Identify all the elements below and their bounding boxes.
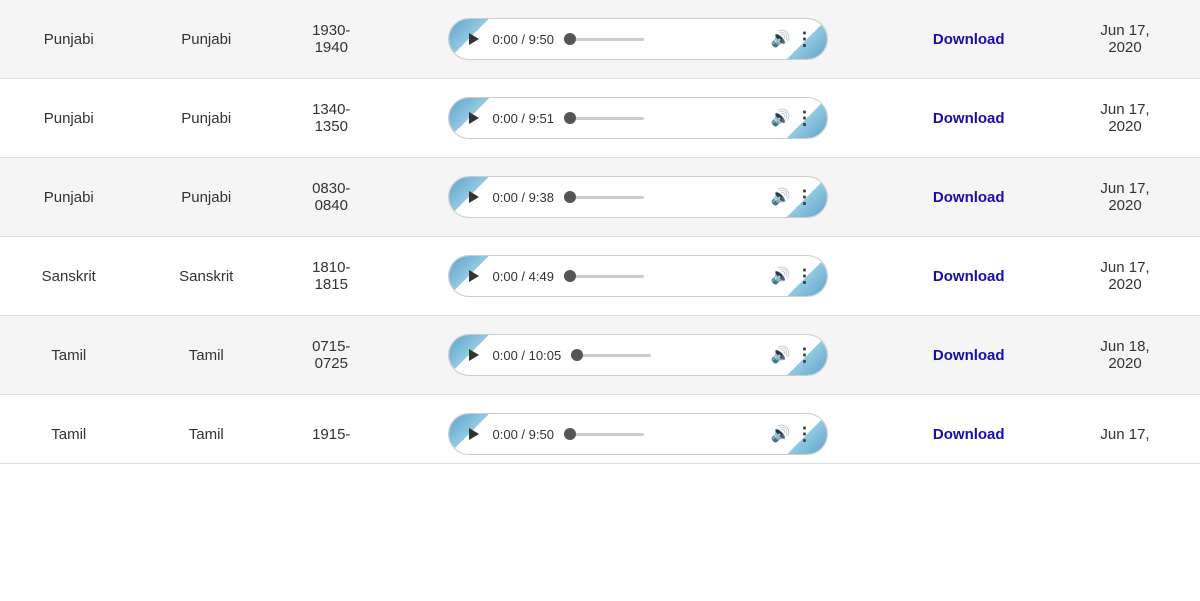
time-range-col: 1810-1815: [275, 237, 388, 316]
date-col: Jun 17,2020: [1050, 0, 1200, 79]
play-button[interactable]: [459, 341, 487, 369]
table-row: Tamil Tamil 0715-0725 0:00 / 10:05 🔊 ⋮ D…: [0, 316, 1200, 395]
progress-bar[interactable]: [564, 196, 765, 199]
play-button[interactable]: [459, 183, 487, 211]
more-button[interactable]: ⋮: [793, 422, 817, 446]
date-col: Jun 18,2020: [1050, 316, 1200, 395]
table-row: Punjabi Punjabi 1340-1350 0:00 / 9:51 🔊 …: [0, 79, 1200, 158]
download-col: Download: [888, 79, 1051, 158]
player-col: 0:00 / 9:51 🔊 ⋮: [388, 79, 888, 158]
audio-table: Punjabi Punjabi 1930-1940 0:00 / 9:50 🔊 …: [0, 0, 1200, 464]
player-col: 0:00 / 9:50 🔊 ⋮: [388, 395, 888, 464]
more-button[interactable]: ⋮: [793, 343, 817, 367]
play-button[interactable]: [459, 262, 487, 290]
language2-col: Punjabi: [138, 0, 276, 79]
more-button[interactable]: ⋮: [793, 27, 817, 51]
time-range-col: 0830-0840: [275, 158, 388, 237]
player-col: 0:00 / 4:49 🔊 ⋮: [388, 237, 888, 316]
volume-button[interactable]: 🔊: [769, 106, 793, 130]
time-range-col: 0715-0725: [275, 316, 388, 395]
download-col: Download: [888, 237, 1051, 316]
more-button[interactable]: ⋮: [793, 264, 817, 288]
download-link[interactable]: Download: [933, 347, 1005, 364]
time-display: 0:00 / 4:49: [493, 269, 554, 284]
progress-thumb: [564, 191, 576, 203]
language2-col: Sanskrit: [138, 237, 276, 316]
language-col: Punjabi: [0, 0, 138, 79]
more-button[interactable]: ⋮: [793, 185, 817, 209]
language-col: Sanskrit: [0, 237, 138, 316]
progress-track: [564, 117, 644, 120]
volume-button[interactable]: 🔊: [769, 422, 793, 446]
player-col: 0:00 / 9:50 🔊 ⋮: [388, 0, 888, 79]
date-col: Jun 17,: [1050, 395, 1200, 464]
download-link[interactable]: Download: [933, 426, 1005, 443]
progress-bar[interactable]: [564, 275, 765, 278]
progress-bar[interactable]: [564, 117, 765, 120]
time-range-col: 1340-1350: [275, 79, 388, 158]
time-display: 0:00 / 9:50: [493, 32, 554, 47]
download-link[interactable]: Download: [933, 268, 1005, 285]
progress-thumb: [571, 349, 583, 361]
table-row: Sanskrit Sanskrit 1810-1815 0:00 / 4:49 …: [0, 237, 1200, 316]
language2-col: Punjabi: [138, 79, 276, 158]
progress-track: [564, 38, 644, 41]
audio-player: 0:00 / 10:05 🔊 ⋮: [448, 334, 828, 376]
date-col: Jun 17,2020: [1050, 79, 1200, 158]
progress-thumb: [564, 112, 576, 124]
progress-track: [564, 196, 644, 199]
play-button[interactable]: [459, 420, 487, 448]
download-link[interactable]: Download: [933, 110, 1005, 127]
language2-col: Tamil: [138, 395, 276, 464]
download-col: Download: [888, 316, 1051, 395]
play-button[interactable]: [459, 104, 487, 132]
volume-button[interactable]: 🔊: [769, 264, 793, 288]
download-link[interactable]: Download: [933, 31, 1005, 48]
audio-player: 0:00 / 9:38 🔊 ⋮: [448, 176, 828, 218]
language-col: Tamil: [0, 316, 138, 395]
audio-player: 0:00 / 4:49 🔊 ⋮: [448, 255, 828, 297]
date-col: Jun 17,2020: [1050, 158, 1200, 237]
date-col: Jun 17,2020: [1050, 237, 1200, 316]
progress-bar[interactable]: [564, 433, 765, 436]
progress-thumb: [564, 428, 576, 440]
progress-bar[interactable]: [571, 354, 764, 357]
volume-button[interactable]: 🔊: [769, 27, 793, 51]
language-col: Punjabi: [0, 79, 138, 158]
progress-track: [564, 433, 644, 436]
progress-bar[interactable]: [564, 38, 765, 41]
time-display: 0:00 / 9:51: [493, 111, 554, 126]
progress-track: [571, 354, 651, 357]
table-row: Punjabi Punjabi 1930-1940 0:00 / 9:50 🔊 …: [0, 0, 1200, 79]
download-link[interactable]: Download: [933, 189, 1005, 206]
progress-track: [564, 275, 644, 278]
time-display: 0:00 / 9:50: [493, 427, 554, 442]
language2-col: Tamil: [138, 316, 276, 395]
play-button[interactable]: [459, 25, 487, 53]
table-row: Tamil Tamil 1915- 0:00 / 9:50 🔊 ⋮ Downlo…: [0, 395, 1200, 464]
progress-thumb: [564, 33, 576, 45]
table-row: Punjabi Punjabi 0830-0840 0:00 / 9:38 🔊 …: [0, 158, 1200, 237]
player-col: 0:00 / 10:05 🔊 ⋮: [388, 316, 888, 395]
audio-player: 0:00 / 9:51 🔊 ⋮: [448, 97, 828, 139]
more-button[interactable]: ⋮: [793, 106, 817, 130]
download-col: Download: [888, 0, 1051, 79]
time-display: 0:00 / 9:38: [493, 190, 554, 205]
player-col: 0:00 / 9:38 🔊 ⋮: [388, 158, 888, 237]
time-range-col: 1915-: [275, 395, 388, 464]
time-range-col: 1930-1940: [275, 0, 388, 79]
audio-player: 0:00 / 9:50 🔊 ⋮: [448, 413, 828, 455]
volume-button[interactable]: 🔊: [769, 343, 793, 367]
download-col: Download: [888, 395, 1051, 464]
download-col: Download: [888, 158, 1051, 237]
language2-col: Punjabi: [138, 158, 276, 237]
language-col: Tamil: [0, 395, 138, 464]
volume-button[interactable]: 🔊: [769, 185, 793, 209]
language-col: Punjabi: [0, 158, 138, 237]
time-display: 0:00 / 10:05: [493, 348, 562, 363]
audio-player: 0:00 / 9:50 🔊 ⋮: [448, 18, 828, 60]
progress-thumb: [564, 270, 576, 282]
